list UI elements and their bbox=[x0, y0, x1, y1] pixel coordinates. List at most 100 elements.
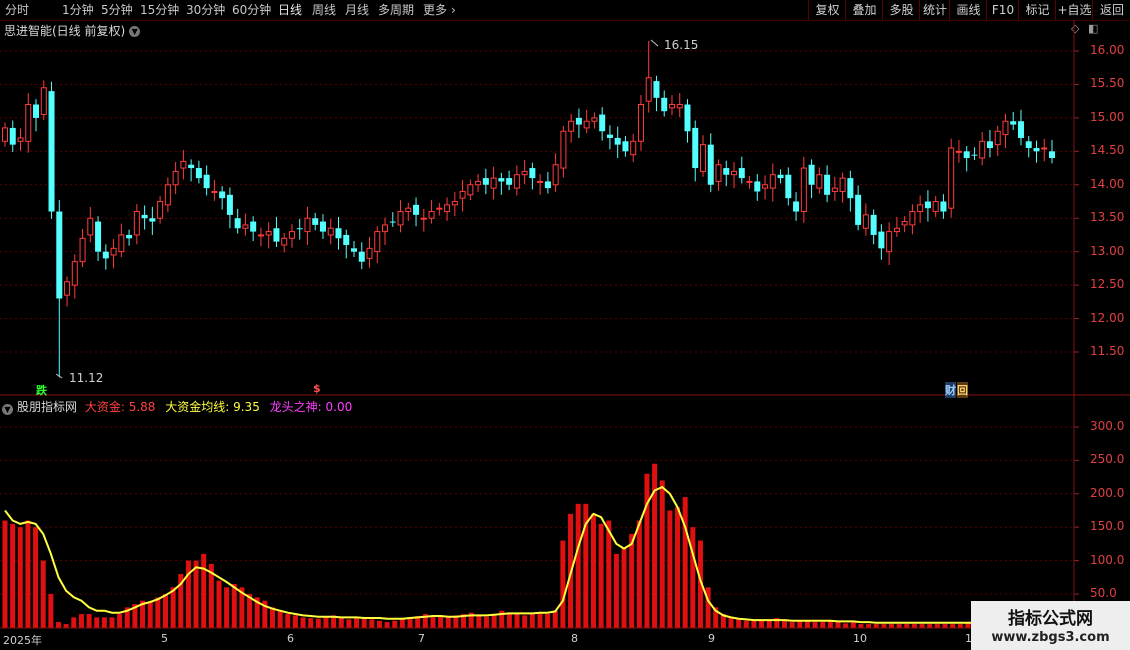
capital-bar bbox=[965, 623, 971, 628]
capital-bar bbox=[927, 624, 933, 628]
candle-body bbox=[901, 221, 908, 226]
capital-bar bbox=[300, 617, 306, 628]
grid-lines bbox=[0, 50, 1079, 595]
price-tick-label: 15.50 bbox=[1090, 76, 1125, 91]
candle-body bbox=[203, 174, 210, 189]
candle-body bbox=[226, 194, 233, 215]
candle-body bbox=[319, 221, 326, 232]
capital-bar bbox=[873, 624, 879, 628]
candle-body bbox=[800, 167, 807, 213]
candle-body bbox=[133, 211, 140, 236]
candle-body bbox=[482, 178, 489, 185]
candle-body bbox=[831, 187, 838, 192]
capital-bar bbox=[904, 624, 910, 628]
date-label: 8 bbox=[571, 632, 578, 645]
candle-body bbox=[366, 247, 373, 259]
candle-body bbox=[288, 231, 295, 239]
capital-bar bbox=[575, 503, 581, 628]
capital-bar bbox=[621, 547, 627, 628]
capital-bar bbox=[667, 510, 673, 628]
candle-body bbox=[762, 184, 769, 189]
candle-body bbox=[614, 137, 621, 145]
candle-body bbox=[164, 184, 171, 206]
candle-body bbox=[824, 174, 831, 195]
die-marker: 跌 bbox=[36, 384, 47, 397]
capital-bar bbox=[858, 624, 864, 628]
candle-body bbox=[606, 134, 613, 138]
candle-body bbox=[684, 104, 691, 132]
candle-body bbox=[847, 178, 854, 199]
candle-body bbox=[1002, 120, 1009, 136]
candle-body bbox=[382, 224, 389, 233]
capital-bar bbox=[522, 615, 528, 628]
candle-body bbox=[723, 168, 730, 175]
candle-body bbox=[25, 104, 32, 142]
capital-bar bbox=[48, 594, 54, 628]
candle-body bbox=[296, 228, 303, 230]
candle-body bbox=[188, 164, 195, 169]
kline-chart[interactable] bbox=[0, 0, 1130, 650]
candle-body bbox=[862, 214, 869, 229]
capital-bar bbox=[881, 624, 887, 628]
candle-body bbox=[436, 207, 443, 210]
candle-body bbox=[979, 140, 986, 159]
candle-body bbox=[793, 201, 800, 212]
candle-body bbox=[79, 237, 86, 263]
candle-body bbox=[948, 147, 955, 209]
candle-body bbox=[700, 144, 706, 172]
price-tick-label: 14.00 bbox=[1090, 176, 1125, 191]
capital-bar bbox=[889, 624, 895, 628]
candle-body bbox=[994, 130, 1001, 146]
capital-bar bbox=[170, 587, 176, 628]
candle-body bbox=[273, 228, 280, 242]
capital-bar bbox=[285, 614, 291, 628]
candle-body bbox=[560, 130, 567, 169]
capital-bar bbox=[743, 620, 749, 628]
candle-body bbox=[870, 214, 877, 235]
candle-body bbox=[529, 168, 536, 179]
candle-body bbox=[312, 218, 319, 225]
candle-body bbox=[126, 234, 133, 239]
candle-body bbox=[265, 231, 272, 236]
watermark-url: www.zbgs3.com bbox=[991, 630, 1110, 645]
indicator-name: 股朋指标网 bbox=[17, 400, 78, 414]
candle-body bbox=[102, 251, 109, 259]
candle-body bbox=[575, 117, 582, 125]
candle-body bbox=[878, 231, 885, 249]
date-label: 5 bbox=[161, 632, 168, 645]
capital-bar bbox=[430, 615, 436, 628]
indicator-header[interactable]: ▼ 股朋指标网 大资金: 5.88 大资金均线: 9.35 龙头之神: 0.00 bbox=[2, 398, 352, 415]
capital-bar bbox=[445, 617, 451, 628]
candle-body bbox=[141, 214, 148, 219]
capital-bar bbox=[315, 618, 321, 628]
high-price-label: 16.15 bbox=[664, 38, 699, 52]
capital-bar bbox=[231, 583, 237, 628]
capital-bar bbox=[2, 520, 8, 628]
price-tick-label: 12.00 bbox=[1090, 310, 1125, 325]
candle-body bbox=[909, 211, 916, 226]
value-tick-label: 200.0 bbox=[1090, 485, 1125, 500]
price-tick-label: 12.50 bbox=[1090, 277, 1125, 292]
capital-bar bbox=[934, 624, 940, 628]
capital-bar bbox=[957, 624, 963, 628]
capital-bar bbox=[94, 617, 100, 628]
candle-body bbox=[180, 160, 187, 169]
candle-body bbox=[544, 181, 551, 189]
capital-bar bbox=[33, 527, 39, 628]
candle-body bbox=[9, 127, 16, 145]
candle-body bbox=[327, 227, 334, 236]
capital-bar bbox=[919, 624, 925, 628]
candle-body bbox=[568, 120, 575, 132]
candle-body bbox=[490, 177, 497, 189]
candle-body bbox=[1033, 147, 1040, 152]
capital-bar bbox=[835, 622, 841, 628]
value-tick-label: 300.0 bbox=[1090, 419, 1125, 433]
candle-body bbox=[645, 77, 652, 102]
candle-body bbox=[211, 190, 218, 193]
chevron-down-icon[interactable]: ▼ bbox=[2, 404, 13, 415]
candle-body bbox=[374, 231, 381, 253]
capital-bar bbox=[476, 615, 482, 628]
capital-bar bbox=[162, 594, 168, 628]
capital-bar bbox=[911, 624, 917, 628]
capital-ma-line bbox=[4, 485, 1052, 624]
